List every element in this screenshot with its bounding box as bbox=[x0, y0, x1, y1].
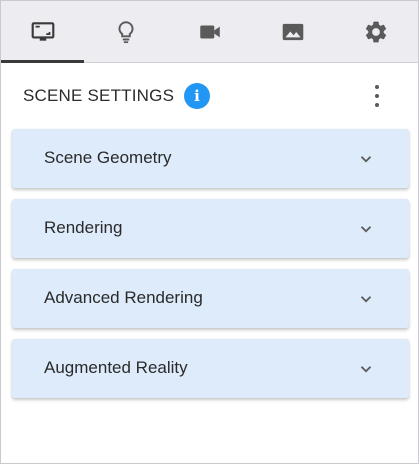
chevron-down-icon bbox=[360, 226, 372, 233]
chevron-down-icon bbox=[360, 366, 372, 373]
tab-display[interactable] bbox=[1, 1, 85, 63]
accordion-rendering[interactable]: Rendering bbox=[12, 199, 409, 258]
chevron-down-icon bbox=[360, 296, 372, 303]
info-icon[interactable]: i bbox=[184, 83, 210, 109]
accordion-advanced-rendering[interactable]: Advanced Rendering bbox=[12, 269, 409, 328]
scene-settings-panel: SCENE SETTINGS i Scene Geometry Renderin… bbox=[0, 0, 419, 464]
page-title: SCENE SETTINGS bbox=[23, 86, 175, 105]
tab-lighting[interactable] bbox=[84, 1, 167, 62]
accordion-label: Advanced Rendering bbox=[44, 288, 203, 307]
image-icon bbox=[282, 23, 304, 40]
accordion-label: Augmented Reality bbox=[44, 358, 188, 377]
info-glyph: i bbox=[194, 87, 200, 105]
accordion-scene-geometry[interactable]: Scene Geometry bbox=[12, 129, 409, 188]
tab-settings[interactable] bbox=[335, 1, 418, 62]
accordion-augmented-reality[interactable]: Augmented Reality bbox=[12, 339, 409, 398]
chevron-down-icon bbox=[360, 156, 372, 163]
gear-icon bbox=[366, 21, 387, 42]
tab-bar bbox=[1, 1, 418, 63]
tab-background[interactable] bbox=[251, 1, 334, 62]
monitor-icon bbox=[31, 21, 55, 41]
lightbulb-icon bbox=[118, 20, 134, 43]
panel-header: SCENE SETTINGS i bbox=[1, 63, 418, 127]
video-camera-icon bbox=[199, 25, 220, 38]
accordion-label: Scene Geometry bbox=[44, 148, 172, 167]
tab-camera[interactable] bbox=[168, 1, 251, 62]
accordion-label: Rendering bbox=[44, 218, 123, 237]
more-vertical-icon[interactable] bbox=[367, 83, 387, 109]
